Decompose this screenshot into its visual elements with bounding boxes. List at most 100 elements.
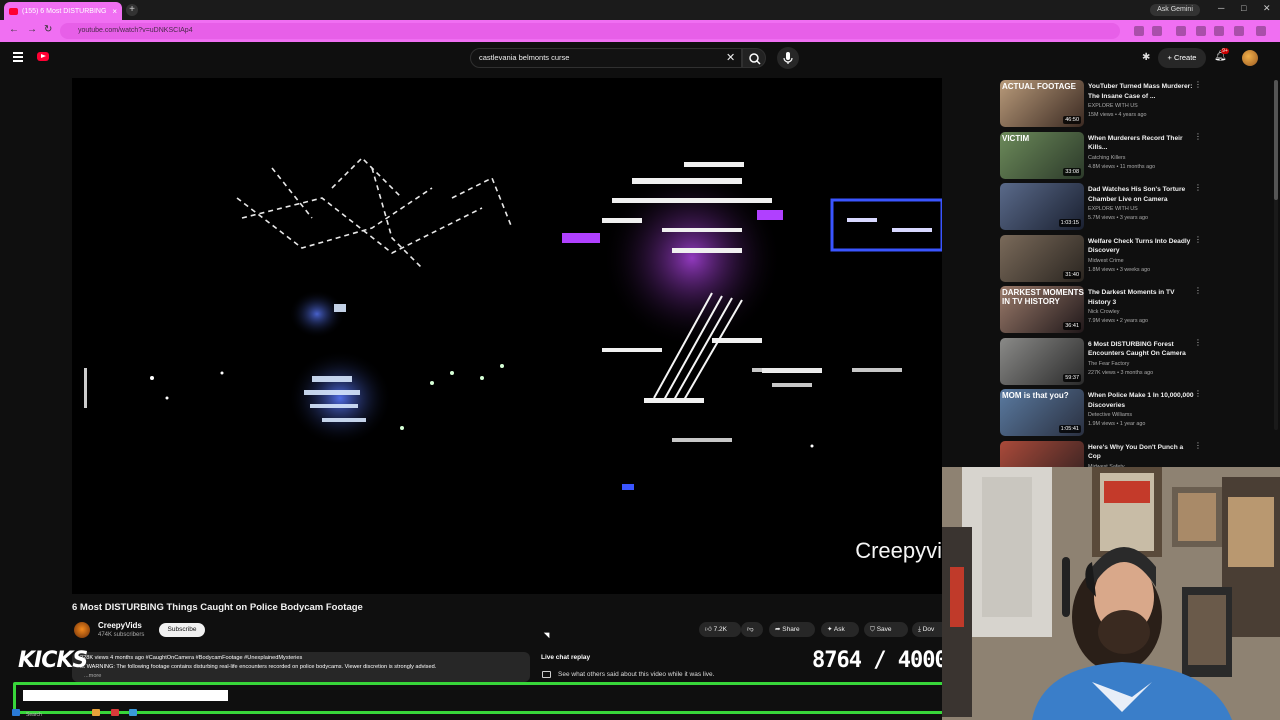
more-options-icon[interactable]: ⋮ — [1194, 132, 1202, 140]
minimize-icon[interactable]: ─ — [1218, 3, 1224, 13]
more-options-icon[interactable]: ⋮ — [1194, 338, 1202, 346]
dislike-button[interactable]: 👎︎ — [741, 622, 763, 637]
downloads-icon[interactable] — [1196, 26, 1206, 36]
recommended-video[interactable]: 1:03:15 Dad Watches His Son's Torture Cha… — [1000, 183, 1210, 231]
channel-avatar[interactable] — [74, 622, 90, 638]
recommended-video-title[interactable]: YouTuber Turned Mass Murderer: The Insan… — [1088, 82, 1196, 101]
windows-start-icon[interactable] — [12, 709, 20, 716]
save-button[interactable]: ⛉ Save — [864, 622, 908, 637]
clear-search-icon[interactable]: ✕ — [726, 51, 735, 64]
recommended-video-channel[interactable]: Catching Killers — [1088, 155, 1125, 161]
recommended-video[interactable]: VICTIM 33:08 When Murderers Record Their K… — [1000, 131, 1210, 180]
taskbar-app-icon[interactable] — [110, 709, 119, 716]
more-options-icon[interactable]: ⋮ — [1194, 441, 1202, 449]
recommended-video-channel[interactable]: EXPLORE WITH US — [1088, 206, 1138, 212]
extensions-puzzle-icon[interactable] — [1176, 26, 1186, 36]
search-input[interactable]: castlevania belmonts curse ✕ — [470, 48, 742, 68]
like-button[interactable]: 👍︎ 7.2K — [699, 622, 741, 637]
video-duration: 1:03:15 — [1058, 219, 1081, 227]
video-thumbnail[interactable]: 1:03:15 — [1000, 183, 1084, 230]
address-bar[interactable]: youtube.com/watch?v=uDNKSCIAp4 — [60, 23, 1120, 39]
sidebar-icon[interactable] — [1214, 26, 1224, 36]
sidebar-scrollbar[interactable] — [1274, 80, 1278, 430]
video-duration: 31:40 — [1063, 270, 1081, 279]
recommended-video-channel[interactable]: EXPLORE WITH US — [1088, 103, 1138, 109]
recommended-video-channel[interactable]: Nick Crowley — [1088, 309, 1119, 315]
recommended-video[interactable]: MOM is that you? 1:05:41 When Police Make … — [1000, 389, 1210, 437]
ask-button[interactable]: ✦ Ask — [821, 622, 859, 637]
taskbar-app-icon[interactable] — [92, 709, 101, 716]
recommended-video[interactable]: DARKEST MOMENTS IN TV HISTORY 36:41 The Da… — [1000, 286, 1210, 334]
recommended-video-channel[interactable]: Midwest Crime — [1088, 258, 1124, 264]
show-more-link[interactable]: ...more — [84, 673, 101, 679]
video-thumbnail[interactable]: 31:40 — [1000, 234, 1084, 282]
subscribe-button[interactable]: Subscribe — [159, 623, 205, 637]
recommended-video-channel[interactable]: Detective Williams — [1088, 412, 1132, 418]
bookmark-star-icon[interactable] — [1152, 26, 1162, 36]
recommended-video-title[interactable]: Welfare Check Turns Into Deadly Discover… — [1088, 237, 1196, 256]
live-chat-subtitle: See what others said about this video wh… — [558, 671, 715, 678]
share-button[interactable]: ➦ Share — [769, 622, 815, 637]
description-box[interactable]: 228K views 4 months ago #CaughtOnCamera … — [72, 652, 530, 682]
recommended-video-channel[interactable]: The Fear Factory — [1088, 361, 1129, 367]
recommended-video[interactable]: 59:37 6 Most DISTURBING Forest Encounters… — [1000, 337, 1210, 386]
menu-dots-icon[interactable] — [1256, 26, 1266, 36]
reload-icon[interactable]: ↻ — [44, 24, 52, 35]
browser-tab-active[interactable]: (155) 6 Most DISTURBING T × — [4, 2, 122, 20]
channel-name[interactable]: CreepyVids — [98, 621, 142, 630]
extension-icon[interactable] — [1134, 26, 1144, 36]
description-warning: ⚠ WARNING: The following footage contain… — [80, 664, 437, 670]
taskbar-app-icon[interactable] — [129, 709, 138, 716]
profile-icon[interactable] — [1234, 26, 1244, 36]
voice-search-button[interactable] — [777, 47, 799, 69]
taskbar-search[interactable]: Search — [26, 712, 42, 719]
recommended-video[interactable]: 31:40 Welfare Check Turns Into Deadly Dis… — [1000, 234, 1210, 283]
channel-watermark: Creepyvi — [855, 538, 942, 563]
goal-progress-fill — [23, 690, 229, 701]
recommended-video-title[interactable]: When Police Make 1 In 10,000,000 Discove… — [1088, 391, 1196, 410]
mouse-cursor-icon — [543, 629, 553, 639]
video-thumbnail[interactable]: 59:37 — [1000, 337, 1084, 385]
new-tab-button[interactable]: + — [126, 4, 138, 16]
hamburger-menu-icon[interactable] — [13, 52, 23, 62]
create-button[interactable]: + Create — [1158, 48, 1206, 68]
tab-close-icon[interactable]: × — [112, 7, 117, 16]
search-button[interactable] — [742, 48, 766, 68]
youtube-logo-icon[interactable] — [37, 52, 49, 61]
recommended-video-title[interactable]: The Darkest Moments in TV History 3 — [1088, 288, 1196, 307]
back-arrow-icon[interactable]: ← — [9, 24, 19, 35]
download-button[interactable]: ⤓ Dov — [912, 622, 942, 637]
recommended-video[interactable]: ACTUAL FOOTAGE 46:50 YouTuber Turned Mass … — [1000, 80, 1210, 128]
more-options-icon[interactable]: ⋮ — [1194, 184, 1202, 192]
recommended-video-title[interactable]: When Murderers Record Their Kills... — [1088, 134, 1196, 153]
video-player[interactable]: Creepyvi — [72, 78, 942, 594]
window-close-icon[interactable]: ✕ — [1263, 3, 1271, 14]
gear-icon[interactable]: ✱ — [1142, 52, 1150, 63]
video-duration: 46:50 — [1063, 116, 1081, 124]
save-label: Save — [876, 626, 892, 633]
video-thumbnail[interactable]: DARKEST MOMENTS IN TV HISTORY 36:41 — [1000, 286, 1084, 333]
like-count: 7.2K — [713, 626, 727, 633]
recommended-video-title[interactable]: Dad Watches His Son's Torture Chamber Li… — [1088, 185, 1196, 204]
microphone-icon — [783, 52, 793, 64]
thumbs-down-icon: 👎︎ — [747, 626, 754, 633]
thumbnail-caption: ACTUAL FOOTAGE — [1002, 82, 1076, 91]
share-label: Share — [782, 626, 800, 633]
video-thumbnail[interactable]: MOM is that you? 1:05:41 — [1000, 389, 1084, 436]
account-avatar[interactable] — [1242, 50, 1258, 66]
recommended-video-title[interactable]: Here's Why You Don't Punch a Cop — [1088, 443, 1196, 462]
browser-toolbar: ← → ↻ youtube.com/watch?v=uDNKSCIAp4 — [0, 20, 1280, 42]
more-options-icon[interactable]: ⋮ — [1194, 235, 1202, 243]
scrollbar-thumb[interactable] — [1274, 80, 1278, 200]
more-options-icon[interactable]: ⋮ — [1194, 287, 1202, 295]
ask-gemini-button[interactable]: Ask Gemini — [1150, 4, 1200, 16]
video-thumbnail[interactable]: ACTUAL FOOTAGE 46:50 — [1000, 80, 1084, 127]
more-options-icon[interactable]: ⋮ — [1194, 81, 1202, 89]
video-thumbnail[interactable]: VICTIM 33:08 — [1000, 131, 1084, 179]
browser-tab-bar: (155) 6 Most DISTURBING T × + Ask Gemini… — [0, 0, 1280, 20]
forward-arrow-icon[interactable]: → — [27, 24, 37, 35]
streamer-webcam — [942, 467, 1280, 720]
maximize-icon[interactable]: □ — [1241, 3, 1246, 13]
recommended-video-title[interactable]: 6 Most DISTURBING Forest Encounters Caug… — [1088, 340, 1196, 359]
more-options-icon[interactable]: ⋮ — [1194, 390, 1202, 398]
